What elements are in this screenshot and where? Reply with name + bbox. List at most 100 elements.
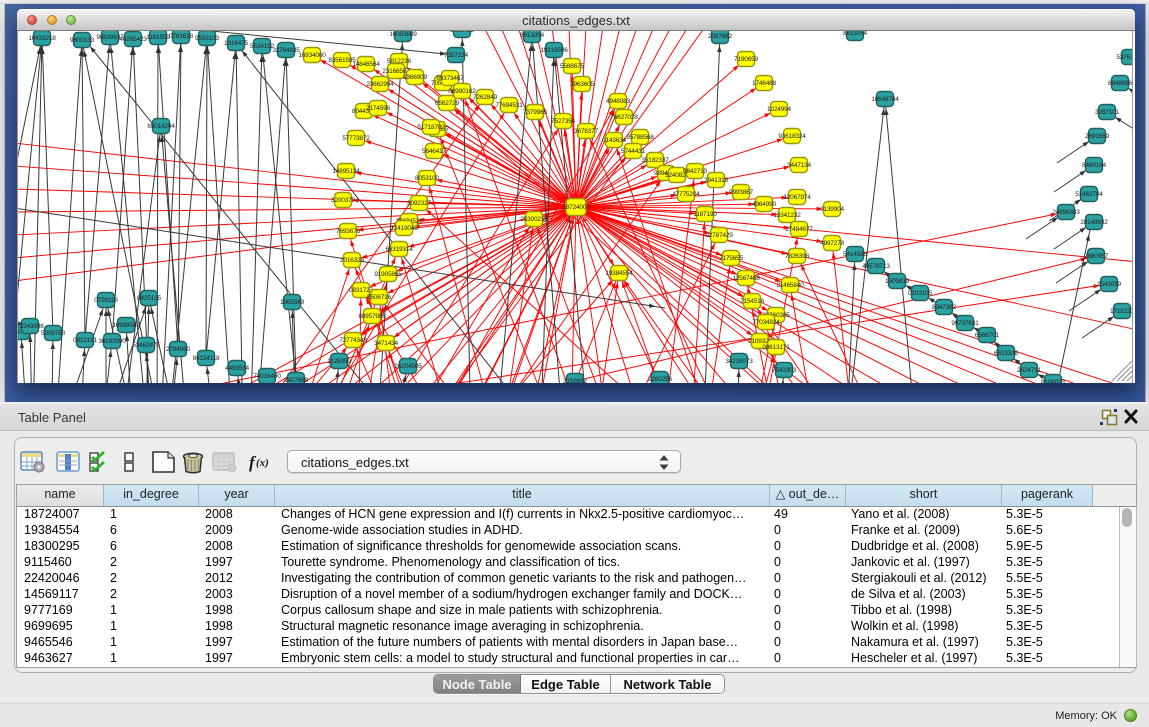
svg-text:3963605: 3963605 xyxy=(570,81,594,88)
svg-text:12419049: 12419049 xyxy=(390,225,418,232)
svg-text:8506716: 8506716 xyxy=(367,294,391,301)
svg-text:2016328: 2016328 xyxy=(340,257,364,264)
svg-text:6562729: 6562729 xyxy=(435,100,459,107)
svg-text:7357224: 7357224 xyxy=(444,52,468,59)
svg-text:57773872: 57773872 xyxy=(342,135,370,142)
svg-text:8053100: 8053100 xyxy=(415,175,439,182)
svg-text:5414586: 5414586 xyxy=(843,251,867,258)
svg-text:14895134: 14895134 xyxy=(332,168,360,175)
svg-text:8347382: 8347382 xyxy=(932,304,956,311)
svg-text:53462475: 53462475 xyxy=(132,342,160,349)
svg-text:06990162: 06990162 xyxy=(448,88,476,95)
svg-text:4493534: 4493534 xyxy=(225,365,249,372)
svg-text:7693676: 7693676 xyxy=(336,228,360,235)
svg-text:1543039: 1543039 xyxy=(1097,281,1121,288)
svg-text:2941318: 2941318 xyxy=(704,177,728,184)
svg-text:1128059: 1128059 xyxy=(327,358,351,365)
svg-text:77034824: 77034824 xyxy=(752,319,780,326)
svg-text:7826398: 7826398 xyxy=(785,253,809,260)
svg-text:34216073: 34216073 xyxy=(725,358,753,365)
svg-text:7527354: 7527354 xyxy=(551,118,575,125)
svg-text:19218506: 19218506 xyxy=(540,47,568,54)
svg-text:91905865: 91905865 xyxy=(374,271,402,278)
svg-text:19384554: 19384554 xyxy=(605,270,633,277)
svg-text:7543303: 7543303 xyxy=(772,367,796,374)
svg-text:9600133: 9600133 xyxy=(70,37,94,44)
svg-text:95788568: 95788568 xyxy=(626,134,654,141)
svg-text:85014294: 85014294 xyxy=(147,123,175,130)
svg-text:3447134: 3447134 xyxy=(787,162,811,169)
svg-text:76627028: 76627028 xyxy=(610,114,638,121)
svg-text:8425135: 8425135 xyxy=(137,295,161,302)
svg-text:36193990: 36193990 xyxy=(98,338,126,345)
svg-text:88957986: 88957986 xyxy=(358,313,386,320)
svg-text:13341232: 13341232 xyxy=(773,212,801,219)
svg-text:1509839: 1509839 xyxy=(885,278,909,285)
svg-text:4964990: 4964990 xyxy=(752,201,776,208)
svg-text:3200379: 3200379 xyxy=(331,197,355,204)
svg-text:2174596: 2174596 xyxy=(366,105,390,112)
svg-text:47775204: 47775204 xyxy=(672,191,700,198)
svg-text:99737631: 99737631 xyxy=(951,320,979,327)
svg-text:0781618: 0781618 xyxy=(169,33,193,40)
svg-text:5534192: 5534192 xyxy=(250,43,274,50)
svg-text:14846564: 14846564 xyxy=(352,61,380,68)
svg-text:3287101: 3287101 xyxy=(1095,109,1119,116)
svg-text:1161559: 1161559 xyxy=(146,34,170,41)
svg-text:28148932: 28148932 xyxy=(1080,219,1108,226)
svg-text:27484677: 27484677 xyxy=(785,226,813,233)
svg-text:02787429: 02787429 xyxy=(705,232,733,239)
svg-text:12067974: 12067974 xyxy=(783,194,811,201)
svg-text:0366909: 0366909 xyxy=(403,74,427,81)
svg-text:16648784: 16648784 xyxy=(871,96,899,103)
svg-text:8849696: 8849696 xyxy=(1108,80,1132,87)
svg-text:1965569: 1965569 xyxy=(280,299,304,306)
svg-text:24896383: 24896383 xyxy=(1052,209,1080,216)
svg-text:5744431: 5744431 xyxy=(621,148,645,155)
svg-text:0103105: 0103105 xyxy=(908,290,932,297)
svg-text:0139904: 0139904 xyxy=(820,206,844,213)
svg-text:35182337: 35182337 xyxy=(641,157,669,164)
svg-text:72774348: 72774348 xyxy=(339,337,367,344)
svg-text:1718227: 1718227 xyxy=(1110,308,1133,315)
svg-text:5646417: 5646417 xyxy=(422,148,446,155)
svg-text:12567468: 12567468 xyxy=(732,275,760,282)
svg-text:7190659: 7190659 xyxy=(734,56,758,63)
svg-text:(x): (x) xyxy=(256,457,269,469)
svg-text:6513338: 6513338 xyxy=(994,350,1018,357)
svg-text:7175655: 7175655 xyxy=(719,255,743,262)
svg-text:08613171: 08613171 xyxy=(762,344,790,351)
svg-text:2427868: 2427868 xyxy=(284,377,308,383)
svg-text:8108013: 8108013 xyxy=(1041,379,1065,383)
svg-text:0842710: 0842710 xyxy=(683,168,707,175)
svg-text:2691669: 2691669 xyxy=(1085,133,1109,140)
svg-text:2260256: 2260256 xyxy=(648,376,672,383)
svg-text:93618324: 93618324 xyxy=(778,133,806,140)
svg-text:3056413: 3056413 xyxy=(450,31,474,34)
svg-text:21465840: 21465840 xyxy=(776,282,804,289)
svg-text:0812191: 0812191 xyxy=(73,337,97,344)
svg-text:51462704: 51462704 xyxy=(1075,191,1103,198)
svg-text:4997278: 4997278 xyxy=(820,240,844,247)
svg-text:1746488: 1746488 xyxy=(752,80,776,87)
svg-text:5009788: 5009788 xyxy=(41,330,65,337)
svg-text:16053809: 16053809 xyxy=(389,31,417,38)
svg-text:25300215: 25300215 xyxy=(520,216,548,223)
svg-text:3092327: 3092327 xyxy=(407,200,431,207)
svg-text:8813054: 8813054 xyxy=(843,31,867,37)
svg-text:7379965: 7379965 xyxy=(523,109,547,116)
svg-text:1316475: 1316475 xyxy=(224,40,248,47)
svg-text:7262849: 7262849 xyxy=(473,94,497,101)
svg-text:6566701: 6566701 xyxy=(975,332,999,339)
svg-text:16998543: 16998543 xyxy=(112,322,140,329)
svg-text:1024994: 1024994 xyxy=(767,106,791,113)
svg-text:40265423: 40265423 xyxy=(119,36,147,43)
svg-text:7154516: 7154516 xyxy=(740,298,764,305)
svg-text:84124118: 84124118 xyxy=(193,355,220,362)
svg-text:9593103: 9593103 xyxy=(195,35,219,42)
svg-text:66319314: 66319314 xyxy=(385,246,413,253)
svg-text:51718702: 51718702 xyxy=(417,124,445,131)
svg-text:2087682: 2087682 xyxy=(708,33,732,40)
svg-text:0799118: 0799118 xyxy=(94,297,118,304)
svg-text:2880957: 2880957 xyxy=(1084,253,1108,260)
